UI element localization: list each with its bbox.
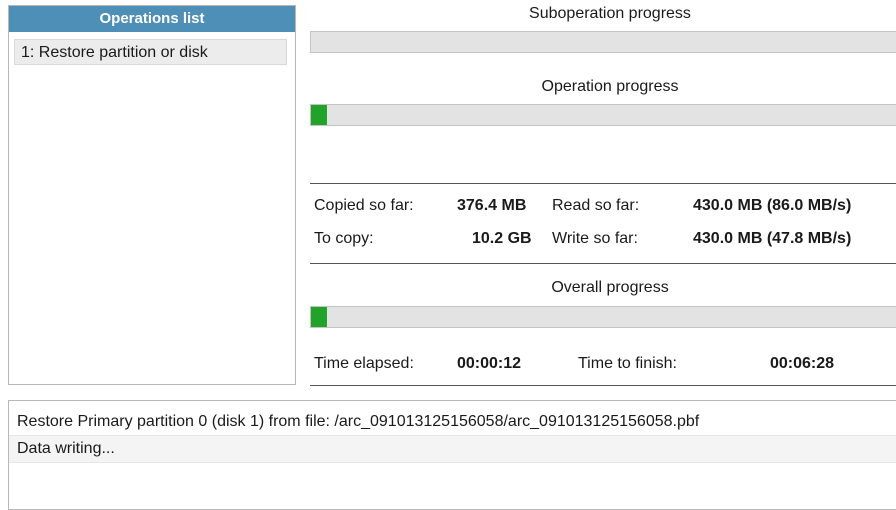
overall-progress-label: Overall progress — [551, 279, 669, 296]
stats-bottom-separator — [310, 263, 896, 264]
operation-progress-fill — [311, 105, 327, 125]
overall-progress-bar — [310, 306, 896, 328]
time-elapsed-value: 00:00:12 — [457, 355, 522, 372]
time-to-finish-value: 00:06:28 — [770, 355, 835, 372]
suboperation-progress-label: Suboperation progress — [529, 5, 691, 22]
write-so-far-label: Write so far: — [552, 230, 638, 247]
time-bottom-separator — [310, 385, 896, 386]
log-line: Data writing... — [9, 436, 896, 463]
operation-item-restore[interactable]: 1: Restore partition or disk — [14, 39, 287, 65]
operations-list-header: Operations list — [9, 6, 295, 32]
to-copy-value: 10.2 GB — [472, 230, 532, 247]
read-so-far-value: 430.0 MB (86.0 MB/s) — [693, 197, 852, 214]
copied-so-far-value: 376.4 MB — [457, 197, 527, 214]
operation-progress-label: Operation progress — [541, 78, 679, 95]
to-copy-label: To copy: — [314, 230, 374, 247]
operations-list-panel: Operations list 1: Restore partition or … — [8, 5, 296, 385]
copied-so-far-label: Copied so far: — [314, 197, 414, 214]
time-to-finish-label: Time to finish: — [578, 355, 677, 372]
read-so-far-label: Read so far: — [552, 197, 640, 214]
log-line: Restore Primary partition 0 (disk 1) fro… — [9, 409, 896, 436]
operation-progress-bar — [310, 104, 896, 126]
write-so-far-value: 430.0 MB (47.8 MB/s) — [693, 230, 852, 247]
overall-progress-fill — [311, 307, 327, 327]
log-panel: Restore Primary partition 0 (disk 1) fro… — [8, 400, 896, 510]
stats-top-separator — [310, 183, 896, 184]
suboperation-progress-bar — [310, 31, 896, 53]
time-elapsed-label: Time elapsed: — [314, 355, 414, 372]
